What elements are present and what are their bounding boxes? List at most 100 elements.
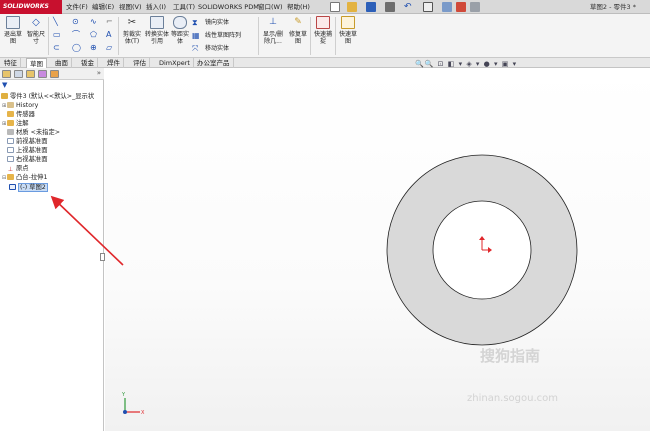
spline-icon[interactable]: ∿ <box>90 17 97 26</box>
filter-icon[interactable]: ▼ <box>2 81 7 89</box>
menu-help[interactable]: 帮助(H) <box>287 0 310 14</box>
extrude-icon <box>7 174 14 180</box>
quick-snaps-button[interactable]: 快速捕捉 <box>312 16 334 45</box>
select-icon[interactable] <box>423 2 433 12</box>
circle-icon[interactable]: ⊙ <box>72 17 79 26</box>
line-icon[interactable]: ╲ <box>53 17 58 26</box>
tree-item[interactable]: 右视基准面 <box>2 155 47 164</box>
menu-view[interactable]: 视图(V) <box>119 0 142 14</box>
point-icon[interactable]: ⊕ <box>90 43 97 52</box>
ribbon-separator <box>48 17 49 55</box>
smart-dimension-button[interactable]: ◇ 智能尺寸 <box>25 16 47 45</box>
linear-pattern-icon[interactable]: ▦ <box>192 31 200 40</box>
quick-snaps-label: 快速捕捉 <box>313 31 332 45</box>
sketch-fillet-icon[interactable]: ⌐ <box>106 17 113 26</box>
move-entities-icon[interactable]: ⤧ <box>192 44 198 53</box>
menu-pdm[interactable]: SOLIDWORKS PDM <box>198 0 259 14</box>
tree-item-label: 原点 <box>16 165 29 172</box>
slot-icon[interactable]: ⊂ <box>53 43 60 52</box>
tree-item-label: History <box>16 102 39 109</box>
tab-sketch[interactable]: 草图 <box>26 58 47 68</box>
trim-entities-button[interactable]: ✂ 剪裁实体(T) <box>121 16 143 45</box>
undo-icon[interactable]: ↶ <box>404 2 414 12</box>
convert-entities-button[interactable]: 转换实体引用 <box>145 16 169 45</box>
tree-item-label: 凸台-拉伸1 <box>16 174 48 181</box>
repair-sketch-button[interactable]: ✎ 修复草图 <box>287 16 309 45</box>
tab-surfaces[interactable]: 曲面 <box>52 58 72 68</box>
property-manager-tab-icon[interactable] <box>14 70 23 78</box>
rectangle-icon[interactable]: ▭ <box>53 30 61 39</box>
history-icon <box>7 102 14 108</box>
tree-root-part[interactable]: 零件3 (默认<<默认>_显示状 <box>1 92 94 101</box>
tab-features[interactable]: 特征 <box>1 58 21 68</box>
menu-file[interactable]: 文件(F) <box>66 0 88 14</box>
smart-dimension-label: 智能尺寸 <box>26 31 45 45</box>
exit-sketch-label: 退出草图 <box>3 31 22 45</box>
ribbon-separator <box>335 17 336 55</box>
new-document-icon[interactable] <box>330 2 340 12</box>
file-properties-icon[interactable] <box>456 2 466 12</box>
quick-snaps-icon <box>316 16 330 29</box>
linear-pattern-button[interactable]: 线性草图阵列 <box>205 31 241 40</box>
ribbon-separator <box>118 17 119 55</box>
feature-manager-panel: » ▼ 零件3 (默认<<默认>_显示状 ⊞ History 传感器 ⊞ 注解 材质… <box>0 68 104 431</box>
offset-entities-label: 等距实体 <box>170 31 189 45</box>
repair-sketch-label: 修复草图 <box>288 31 307 45</box>
menu-edit[interactable]: 编辑(E) <box>92 0 114 14</box>
exit-sketch-button[interactable]: 退出草图 <box>2 16 24 45</box>
tree-item[interactable]: 材质 <未指定> <box>2 128 60 137</box>
tree-item[interactable]: 传感器 <box>2 110 35 119</box>
tab-sheet-metal[interactable]: 钣金 <box>78 58 98 68</box>
feature-manager-tab-icon[interactable] <box>2 70 11 78</box>
menu-window[interactable]: 窗口(W) <box>258 0 283 14</box>
tab-dimxpert[interactable]: DimXpert <box>156 58 194 68</box>
display-delete-relations-button[interactable]: ⊥ 显示/删除几... <box>261 16 285 45</box>
tree-root-label: 零件3 (默认<<默认>_显示状 <box>10 93 95 100</box>
tree-item[interactable]: ⊥ 原点 <box>2 164 29 173</box>
panel-tabs: » <box>0 68 104 80</box>
tab-evaluate[interactable]: 评估 <box>130 58 150 68</box>
solidworks-logo[interactable]: SOLIDWORKS <box>0 0 62 14</box>
tree-item[interactable]: ⊞ 注解 <box>2 119 29 128</box>
configuration-manager-tab-icon[interactable] <box>26 70 35 78</box>
ellipse-icon[interactable]: ◯ <box>72 43 81 52</box>
ribbon-separator <box>258 17 259 55</box>
sketch-icon <box>9 184 16 190</box>
watermark-url: zhinan.sogou.com <box>467 393 559 404</box>
tree-item-label: (-) 草图2 <box>18 183 48 192</box>
text-icon[interactable]: A <box>106 30 111 39</box>
menu-insert[interactable]: 插入(I) <box>146 0 166 14</box>
tree-item[interactable]: 上视基准面 <box>2 146 47 155</box>
command-ribbon: 退出草图 ◇ 智能尺寸 ╲ ⊙ ∿ ⌐ ▭ ⌒ ⬠ A ⊂ ◯ ⊕ ▱ ✂ 剪裁… <box>0 14 650 58</box>
arc-icon[interactable]: ⌒ <box>72 30 80 39</box>
move-entities-button[interactable]: 移动实体 <box>205 44 229 53</box>
options-icon[interactable] <box>470 2 480 12</box>
menu-tools[interactable]: 工具(T) <box>173 0 195 14</box>
offset-entities-button[interactable]: 等距实体 <box>170 16 190 45</box>
polygon-icon[interactable]: ⬠ <box>90 30 97 39</box>
display-manager-tab-icon[interactable] <box>50 70 59 78</box>
heads-up-view-toolbar[interactable]: 🔍🔍 ⊡ ◧ ▾ ◈ ▾ ● ▾ ▣ ▾ <box>415 60 517 68</box>
mirror-entities-button[interactable]: 镜向实体 <box>205 18 229 27</box>
tree-item-sketch2[interactable]: (-) 草图2 <box>9 183 48 192</box>
sensor-icon <box>7 111 14 117</box>
plane-icon <box>7 147 14 153</box>
print-icon[interactable] <box>385 2 395 12</box>
open-folder-icon[interactable] <box>347 2 357 12</box>
tree-item-label: 上视基准面 <box>16 147 48 154</box>
mirror-icon[interactable]: ⧗ <box>192 18 198 27</box>
tab-office-products[interactable]: 办公室产品 <box>194 58 234 68</box>
plane-icon[interactable]: ▱ <box>106 43 112 52</box>
save-icon[interactable] <box>366 2 376 12</box>
graphics-area[interactable] <box>105 68 650 431</box>
rapid-sketch-button[interactable]: 快速草图 <box>337 16 359 45</box>
rebuild-icon[interactable] <box>442 2 452 12</box>
tree-item[interactable]: ⊟ 凸台-拉伸1 <box>2 173 47 182</box>
annotation-icon <box>7 120 14 126</box>
plane-icon <box>7 138 14 144</box>
tree-item[interactable]: 前视基准面 <box>2 137 47 146</box>
dimxpert-manager-tab-icon[interactable] <box>38 70 47 78</box>
tab-weldments[interactable]: 焊件 <box>104 58 124 68</box>
expand-panel-icon[interactable]: » <box>97 69 101 77</box>
tree-item[interactable]: ⊞ History <box>2 101 38 110</box>
